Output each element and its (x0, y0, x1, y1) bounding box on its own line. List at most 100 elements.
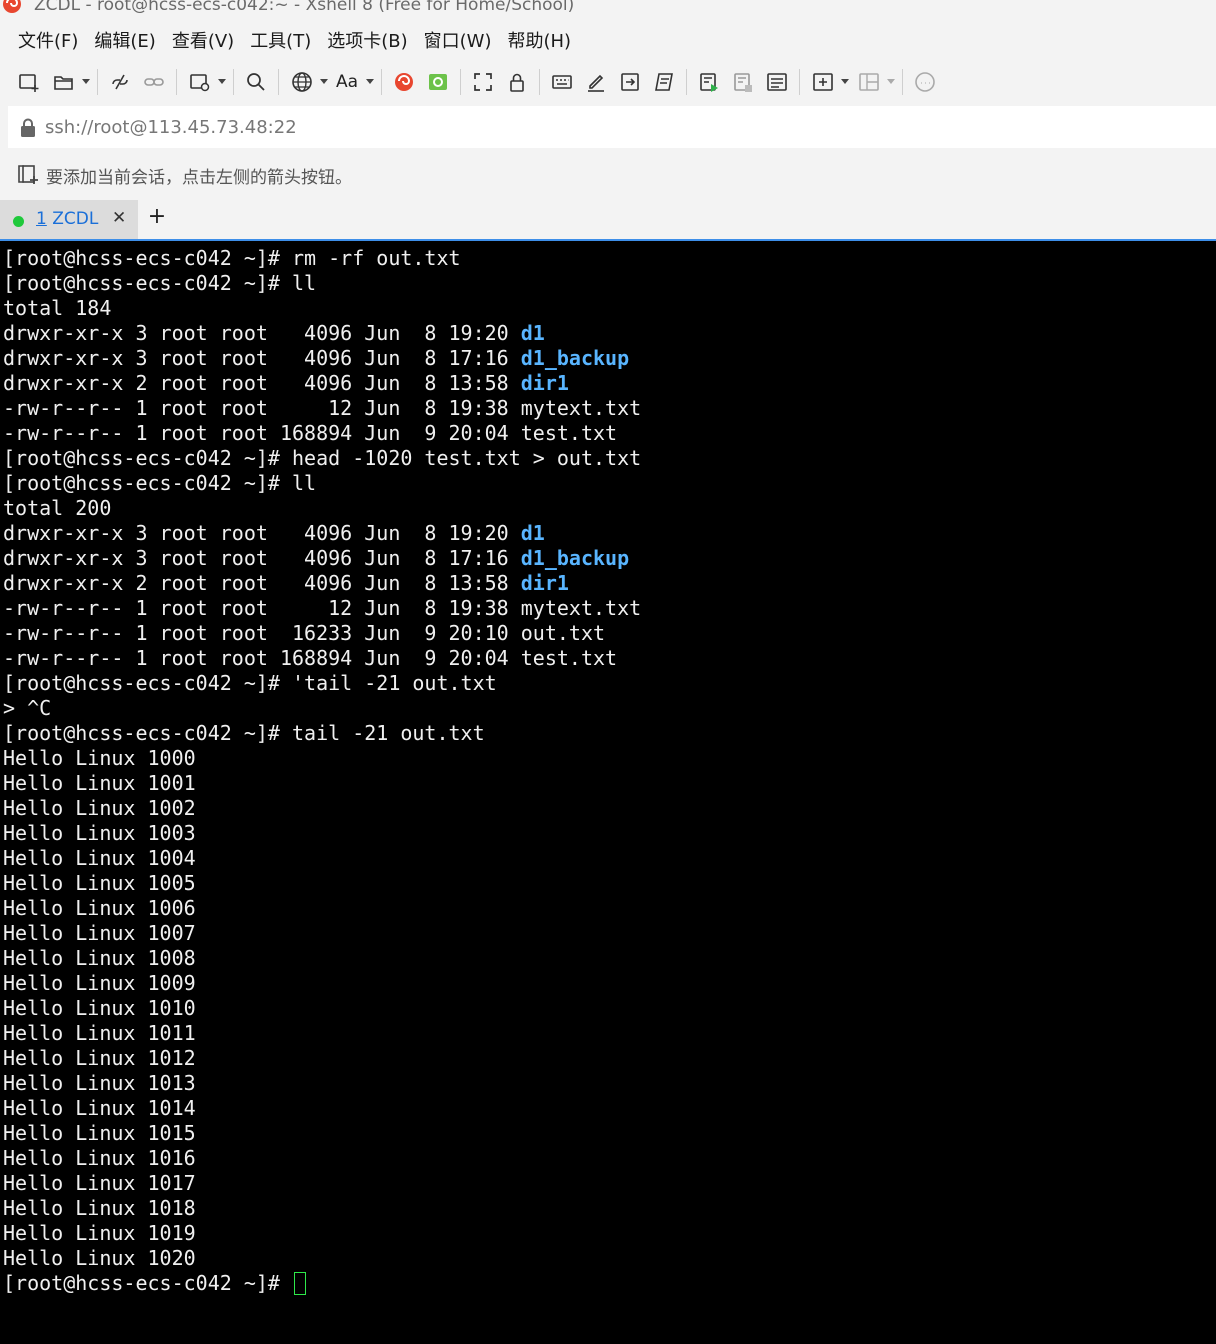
toolbar: Aa (0, 62, 1216, 102)
terminal-line: -rw-r--r-- 1 root root 168894 Jun 9 20:0… (3, 646, 1216, 671)
terminal-line-text: Hello Linux 1015 (3, 1121, 196, 1145)
terminal-line: Hello Linux 1015 (3, 1121, 1216, 1146)
disconnect-button[interactable] (103, 66, 137, 98)
highlight-button[interactable] (579, 66, 613, 98)
terminal-line: [root@hcss-ecs-c042 ~]# (3, 1271, 1216, 1296)
terminal-line-text: Hello Linux 1014 (3, 1096, 196, 1120)
terminal-line: Hello Linux 1010 (3, 996, 1216, 1021)
session-settings-icon (190, 74, 210, 92)
terminal-line: drwxr-xr-x 3 root root 4096 Jun 8 17:16 … (3, 346, 1216, 371)
fullscreen-button[interactable] (466, 66, 500, 98)
menu-window[interactable]: 窗口(W) (416, 23, 500, 57)
menu-tools[interactable]: 工具(T) (242, 23, 319, 57)
terminal-line: Hello Linux 1005 (3, 871, 1216, 896)
close-icon[interactable]: ✕ (112, 208, 126, 228)
transfer-button[interactable] (613, 66, 647, 98)
terminal-line-text: -rw-r--r-- 1 root root 12 Jun 8 19:38 my… (3, 596, 642, 620)
terminal-line-text: Hello Linux 1000 (3, 746, 196, 770)
menu-edit[interactable]: 编辑(E) (86, 23, 163, 57)
reconnect-button[interactable] (137, 66, 171, 98)
layout-button[interactable] (851, 66, 897, 98)
menu-tab[interactable]: 选项卡(B) (319, 23, 415, 57)
terminal-line-text: > ^C (3, 696, 52, 720)
terminal-line-text: Hello Linux 1003 (3, 821, 196, 845)
menu-help[interactable]: 帮助(H) (499, 23, 579, 57)
lock-icon (21, 118, 35, 137)
title-bar: ZCDL - root@hcss-ecs-c042:~ - Xshell 8 (… (0, 0, 1216, 18)
terminal-line: [root@hcss-ecs-c042 ~]# 'tail -21 out.tx… (3, 671, 1216, 696)
new-tab-button[interactable] (805, 66, 851, 98)
session-properties-button[interactable] (182, 66, 228, 98)
tab-zcdl[interactable]: 1 ZCDL ✕ (0, 200, 138, 239)
hint-bar: 要添加当前会话，点击左侧的箭头按钮。 (0, 150, 1216, 196)
log-stop-icon (734, 73, 752, 92)
add-tab-button[interactable]: + (146, 204, 168, 229)
terminal-line: Hello Linux 1006 (3, 896, 1216, 921)
terminal-line-text: Hello Linux 1020 (3, 1246, 196, 1270)
terminal-line: Hello Linux 1000 (3, 746, 1216, 771)
chat-button[interactable] (908, 66, 942, 98)
terminal-line: [root@hcss-ecs-c042 ~]# ll (3, 271, 1216, 296)
search-icon (247, 73, 265, 91)
directory-name: d1 (520, 321, 545, 345)
terminal-line: total 200 (3, 496, 1216, 521)
window-title: ZCDL - root@hcss-ecs-c042:~ - Xshell 8 (… (34, 0, 575, 15)
terminal-line-text: Hello Linux 1002 (3, 796, 196, 820)
terminal-line: -rw-r--r-- 1 root root 12 Jun 8 19:38 my… (3, 596, 1216, 621)
terminal-line: > ^C (3, 696, 1216, 721)
add-session-arrow-icon[interactable] (16, 163, 40, 185)
address-bar: ssh://root@113.45.73.48:22 (0, 102, 1216, 150)
open-session-button[interactable] (46, 66, 92, 98)
directory-name: dir1 (520, 571, 569, 595)
start-log-button[interactable] (692, 66, 726, 98)
terminal-line-text: Hello Linux 1001 (3, 771, 196, 795)
script-icon (655, 73, 673, 91)
script-button[interactable] (647, 66, 681, 98)
terminal-line-text: Hello Linux 1017 (3, 1171, 196, 1195)
layout-icon (859, 73, 879, 91)
lock-button[interactable] (500, 66, 534, 98)
terminal-cursor (293, 1272, 306, 1295)
globe-icon (292, 72, 312, 92)
terminal-line: Hello Linux 1016 (3, 1146, 1216, 1171)
terminal-line: Hello Linux 1017 (3, 1171, 1216, 1196)
compose-button[interactable] (760, 66, 794, 98)
menu-file[interactable]: 文件(F) (10, 23, 86, 57)
terminal-line: -rw-r--r-- 1 root root 16233 Jun 9 20:10… (3, 621, 1216, 646)
terminal-line-text: -rw-r--r-- 1 root root 168894 Jun 9 20:0… (3, 421, 618, 445)
menu-view[interactable]: 查看(V) (164, 23, 242, 57)
terminal-line-text: drwxr-xr-x 3 root root 4096 Jun 8 19:20 (3, 521, 521, 545)
terminal-line: [root@hcss-ecs-c042 ~]# rm -rf out.txt (3, 246, 1216, 271)
find-button[interactable] (239, 66, 273, 98)
address-field[interactable]: ssh://root@113.45.73.48:22 (8, 106, 1216, 148)
terminal-line: Hello Linux 1004 (3, 846, 1216, 871)
keyboard-button[interactable] (545, 66, 579, 98)
connected-status-icon (13, 216, 24, 227)
terminal-output[interactable]: [root@hcss-ecs-c042 ~]# rm -rf out.txt [r… (0, 243, 1216, 1344)
terminal-line-text: [root@hcss-ecs-c042 ~]# 'tail -21 out.tx… (3, 671, 497, 695)
xshell-button[interactable] (387, 66, 421, 98)
terminal-line: Hello Linux 1003 (3, 821, 1216, 846)
new-session-button[interactable] (12, 66, 46, 98)
terminal-line-text: -rw-r--r-- 1 root root 16233 Jun 9 20:10… (3, 621, 606, 645)
encoding-button[interactable] (284, 66, 330, 98)
xftp-button[interactable] (421, 66, 455, 98)
stop-log-button[interactable] (726, 66, 760, 98)
terminal-line-text: [root@hcss-ecs-c042 ~]# rm -rf out.txt (3, 246, 461, 270)
disconnect-icon (112, 74, 128, 90)
terminal-line: drwxr-xr-x 3 root root 4096 Jun 8 19:20 … (3, 321, 1216, 346)
terminal-line-text: Hello Linux 1019 (3, 1221, 196, 1245)
terminal-line: drwxr-xr-x 2 root root 4096 Jun 8 13:58 … (3, 371, 1216, 396)
directory-name: dir1 (520, 371, 569, 395)
font-icon: Aa (335, 72, 359, 92)
terminal-line: [root@hcss-ecs-c042 ~]# tail -21 out.txt (3, 721, 1216, 746)
font-button[interactable]: Aa (330, 66, 376, 98)
terminal-line: drwxr-xr-x 3 root root 4096 Jun 8 19:20 … (3, 521, 1216, 546)
directory-name: d1 (520, 521, 545, 545)
terminal-line-text: Hello Linux 1013 (3, 1071, 196, 1095)
terminal-line: Hello Linux 1020 (3, 1246, 1216, 1271)
tab-label: 1 ZCDL (36, 209, 99, 229)
transfer-icon (621, 73, 639, 91)
hint-text: 要添加当前会话，点击左侧的箭头按钮。 (46, 168, 352, 188)
xshell-icon (395, 73, 413, 91)
